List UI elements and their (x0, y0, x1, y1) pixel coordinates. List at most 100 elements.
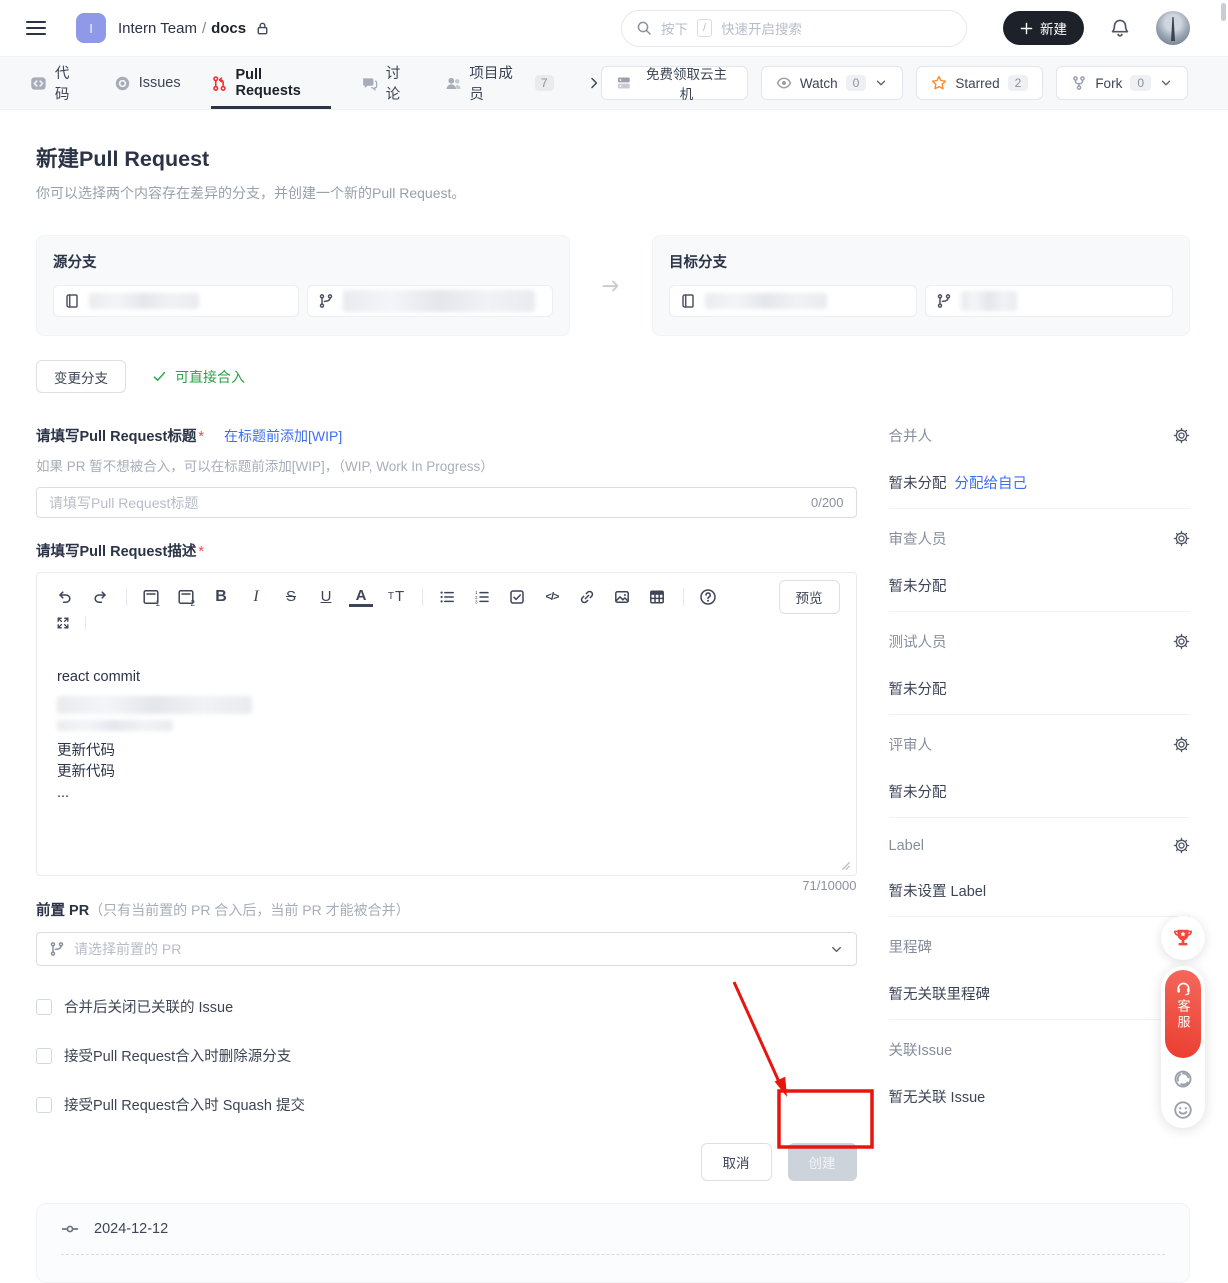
heading2-icon[interactable]: 2 (174, 584, 198, 610)
search-placeholder-prefix: 按下 (661, 18, 688, 38)
underline-icon[interactable]: U (314, 584, 338, 610)
commit-node-icon (61, 1220, 79, 1238)
tab-issues[interactable]: Issues (114, 57, 181, 109)
fullscreen-icon[interactable] (53, 610, 73, 636)
cancel-button[interactable]: 取消 (701, 1143, 772, 1181)
table-icon[interactable] (645, 584, 669, 610)
watch-button[interactable]: Watch 0 (761, 66, 903, 100)
task-list-icon[interactable] (505, 584, 529, 610)
share-aperture-icon[interactable] (1173, 1069, 1193, 1089)
search-input[interactable]: 按下 / 快速开启搜索 (621, 10, 967, 47)
option-close-linked-issue[interactable]: 合并后关闭已关联的 Issue (36, 996, 857, 1017)
change-branch-button[interactable]: 变更分支 (36, 360, 126, 393)
page-subtitle: 你可以选择两个内容存在差异的分支，并创建一个新的Pull Request。 (36, 183, 1190, 203)
help-icon[interactable] (696, 584, 720, 610)
numbered-list-icon[interactable] (470, 584, 494, 610)
link-icon[interactable] (575, 584, 599, 610)
pr-sidebar: 合并人 暂未分配分配给自己 审查人员 暂未分配 测试人员 暂未分配 (889, 425, 1190, 1141)
tab-members[interactable]: 项目成员 7 (445, 57, 554, 109)
fork-button[interactable]: Fork 0 (1056, 66, 1188, 100)
bullet-list-icon[interactable] (435, 584, 459, 610)
pr-title-input[interactable] (49, 495, 799, 511)
rewards-fab[interactable] (1161, 916, 1205, 960)
redo-icon[interactable] (88, 584, 112, 610)
watch-count: 0 (846, 75, 867, 91)
italic-icon[interactable]: I (244, 584, 268, 610)
gear-icon[interactable] (1173, 736, 1190, 753)
chevron-down-icon (829, 942, 844, 957)
gear-icon[interactable] (1173, 427, 1190, 444)
gear-icon[interactable] (1173, 837, 1190, 854)
target-repo-select[interactable] (669, 285, 917, 317)
create-button[interactable]: 创建 (788, 1143, 857, 1181)
feedback-smiley-icon[interactable] (1173, 1100, 1193, 1120)
option-squash-commits[interactable]: 接受Pull Request合入时 Squash 提交 (36, 1094, 857, 1115)
tab-pull-requests[interactable]: Pull Requests (211, 57, 331, 109)
prerequisite-pr-hint: （只有当前置的 PR 合入后，当前 PR 才能被合并） (89, 900, 409, 920)
image-icon[interactable] (610, 584, 634, 610)
description-editor-body[interactable]: react commit 更新代码 更新代码 ... (37, 637, 856, 875)
preview-button[interactable]: 预览 (779, 580, 840, 614)
source-branch-select[interactable] (307, 285, 553, 317)
team-avatar[interactable]: I (76, 13, 106, 43)
hamburger-menu-icon[interactable] (26, 21, 46, 35)
tab-code[interactable]: 代码 (30, 57, 84, 109)
cloud-host-button[interactable]: 免费领取云主机 (601, 66, 747, 100)
heading1-icon[interactable]: 1 (139, 584, 163, 610)
code-block-icon[interactable]: </> (540, 584, 564, 610)
undo-icon[interactable] (53, 584, 77, 610)
timeline-date: 2024-12-12 (94, 1221, 168, 1237)
service-dock: 客服 (1161, 966, 1205, 1128)
repo-icon (64, 293, 80, 309)
source-repo-select[interactable] (53, 285, 299, 317)
chevron-down-icon (874, 76, 888, 90)
option-delete-source-branch[interactable]: 接受Pull Request合入时删除源分支 (36, 1045, 857, 1066)
description-line: react commit (57, 667, 836, 688)
font-color-icon[interactable]: A (349, 587, 373, 607)
notification-bell-icon[interactable] (1110, 18, 1130, 38)
prerequisite-pr-select[interactable]: 请选择前置的 PR (36, 932, 857, 966)
bold-icon[interactable]: B (209, 584, 233, 610)
mergeable-status: 可直接合入 (152, 367, 245, 387)
trophy-icon (1172, 927, 1194, 949)
sidebar-section-milestone: 里程碑 暂无关联里程碑 (889, 936, 1190, 1020)
page-title: 新建Pull Request (36, 142, 1190, 173)
sidebar-section-testers: 测试人员 暂未分配 (889, 631, 1190, 715)
gear-icon[interactable] (1173, 633, 1190, 650)
members-count-badge: 7 (535, 75, 554, 91)
editor-toolbar: 1 2 B I S U A TT </> (37, 573, 856, 611)
server-icon (616, 75, 632, 91)
branch-icon (318, 293, 334, 309)
fork-icon (1071, 75, 1087, 91)
checkbox[interactable] (36, 999, 52, 1015)
checkbox[interactable] (36, 1097, 52, 1113)
new-button[interactable]: 新建 (1003, 11, 1084, 45)
star-button[interactable]: Starred 2 (916, 66, 1043, 100)
star-count: 2 (1008, 75, 1029, 91)
resize-handle-icon[interactable] (837, 857, 851, 871)
more-tabs-chevron-icon[interactable] (586, 75, 602, 91)
scrollbar-thumb[interactable] (1221, 3, 1226, 21)
branch-icon (936, 293, 952, 309)
pull-request-icon (211, 75, 228, 92)
customer-service-button[interactable]: 客服 (1165, 970, 1201, 1058)
tab-discussion[interactable]: 讨论 (361, 57, 415, 109)
assign-to-self-link[interactable]: 分配给自己 (955, 476, 1028, 492)
star-icon (931, 75, 947, 91)
repo-name[interactable]: docs (211, 20, 246, 37)
gear-icon[interactable] (1173, 530, 1190, 547)
team-name[interactable]: Intern Team (118, 20, 197, 37)
target-branch-select[interactable] (925, 285, 1173, 317)
add-wip-link[interactable]: 在标题前添加[WIP] (224, 426, 342, 446)
repo-icon (680, 293, 696, 309)
watch-eye-icon (776, 75, 792, 91)
redacted-text (57, 696, 252, 714)
checkbox[interactable] (36, 1048, 52, 1064)
issues-icon (114, 75, 131, 92)
strikethrough-icon[interactable]: S (279, 584, 303, 610)
user-avatar[interactable] (1156, 11, 1190, 45)
font-size-icon[interactable]: TT (384, 584, 408, 610)
pr-title-input-wrap: 0/200 (36, 487, 857, 518)
redacted-text (961, 291, 1017, 311)
pr-title-counter: 0/200 (811, 495, 844, 510)
